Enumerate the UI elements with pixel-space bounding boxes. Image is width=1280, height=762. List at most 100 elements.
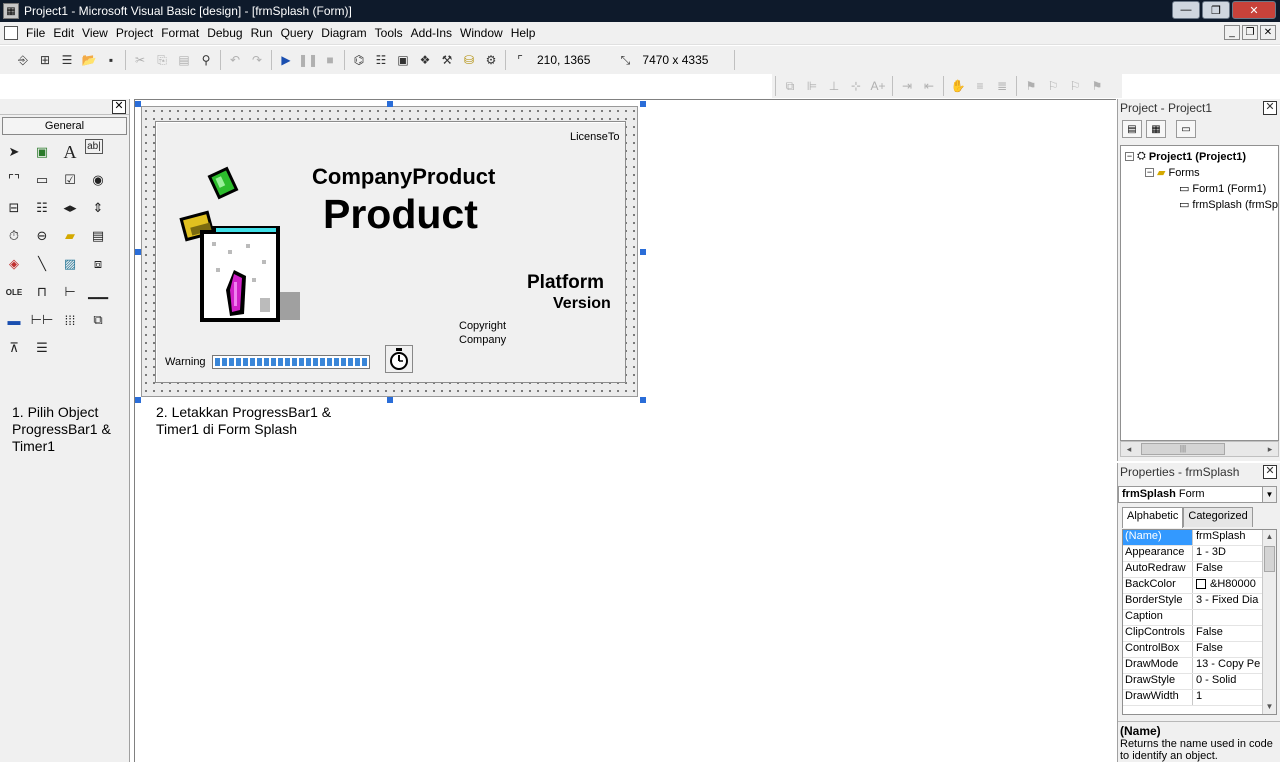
menu-help[interactable]: Help [507, 23, 540, 43]
center-icon[interactable]: ⊹ [845, 75, 867, 97]
hscrollbar-tool-icon[interactable]: ◂▸ [57, 195, 83, 221]
close-button[interactable]: ✕ [1232, 1, 1276, 19]
selection-handle[interactable] [387, 397, 393, 403]
menu-debug[interactable]: Debug [203, 23, 246, 43]
tree-item-project[interactable]: − ⛭ Project1 (Project1) [1125, 150, 1246, 163]
property-row[interactable]: Caption [1123, 610, 1276, 626]
property-row[interactable]: BackColor &H80000 [1123, 578, 1276, 594]
property-row[interactable]: ClipControls False [1123, 626, 1276, 642]
properties-vscrollbar[interactable]: ▲ ▼ [1262, 530, 1276, 714]
toggle-folders-icon[interactable]: ▭ [1176, 120, 1196, 138]
add-form-icon[interactable]: ⊞ [34, 49, 56, 71]
toolbox-icon[interactable]: ⚒ [436, 49, 458, 71]
product-label[interactable]: Product [323, 190, 478, 238]
scroll-down-icon[interactable]: ▼ [1263, 700, 1276, 714]
menu-view[interactable]: View [78, 23, 112, 43]
treeview-tool-icon[interactable]: ⊢⊢ [29, 307, 55, 333]
clear-bookmarks-icon[interactable]: ⚑ [1086, 75, 1108, 97]
label-tool-icon[interactable]: A [57, 139, 83, 165]
statusbar-tool-icon[interactable]: ▁▁ [85, 279, 111, 305]
menu-diagram[interactable]: Diagram [317, 23, 370, 43]
dirlistbox-tool-icon[interactable]: ▰ [57, 223, 83, 249]
menu-run[interactable]: Run [247, 23, 277, 43]
drivelistbox-tool-icon[interactable]: ⊖ [29, 223, 55, 249]
form-layout-icon[interactable]: ▣ [392, 49, 414, 71]
open-project-icon[interactable]: 📂 [78, 49, 100, 71]
data-tool-icon[interactable]: ⧈ [85, 251, 111, 277]
collapse-icon[interactable]: − [1125, 152, 1134, 161]
property-row[interactable]: AutoRedraw False [1123, 562, 1276, 578]
object-browser-icon[interactable]: ❖ [414, 49, 436, 71]
menu-file[interactable]: File [22, 23, 49, 43]
tree-item-form1[interactable]: ▭ Form1 (Form1) [1179, 182, 1266, 196]
menu-edit[interactable]: Edit [49, 23, 78, 43]
slider-tool-icon[interactable]: ⊢ [57, 279, 83, 305]
textbox-tool-icon[interactable]: ab| [85, 139, 103, 154]
company-label[interactable]: Company [459, 334, 506, 346]
align-left-icon[interactable]: ⊫ [801, 75, 823, 97]
progressbar-tool-icon[interactable]: ▬ [1, 307, 27, 333]
pointer-tool-icon[interactable]: ➤ [1, 139, 27, 165]
mdi-close-button[interactable]: ✕ [1260, 25, 1276, 40]
timer1[interactable] [385, 345, 413, 373]
toggle-breakpoint-icon[interactable]: ✋ [947, 75, 969, 97]
tree-item-frmsplash[interactable]: ▭ frmSplash (frmSplash) [1179, 198, 1278, 212]
combobox-tool-icon[interactable]: ⊟ [1, 195, 27, 221]
align-bottom-icon[interactable]: ⊥ [823, 75, 845, 97]
selection-handle[interactable] [640, 397, 646, 403]
timer-tool-icon[interactable]: ⏱ [1, 223, 27, 249]
imagecombo-tool-icon[interactable]: ☰ [29, 335, 55, 361]
menu-tools[interactable]: Tools [371, 23, 407, 43]
listview-tool-icon[interactable]: ⁞⁞⁞ [57, 307, 83, 333]
platform-label[interactable]: Platform [527, 272, 604, 294]
undo-icon[interactable]: ↶ [224, 49, 246, 71]
copy-icon[interactable]: ⎘ [151, 49, 173, 71]
picturebox-tool-icon[interactable]: ▣ [29, 139, 55, 165]
start-icon[interactable]: ▶ [275, 49, 297, 71]
menu-query[interactable]: Query [277, 23, 318, 43]
frame-tool-icon[interactable]: ⌜⌝ [1, 167, 27, 193]
company-product-label[interactable]: CompanyProduct [312, 164, 495, 190]
version-label[interactable]: Version [553, 295, 611, 313]
outdent-icon[interactable]: ⇤ [918, 75, 940, 97]
scroll-thumb[interactable]: ||| [1141, 443, 1225, 455]
menu-format[interactable]: Format [157, 23, 203, 43]
add-project-icon[interactable]: ⎆ [12, 49, 34, 71]
license-label[interactable]: LicenseTo [570, 131, 620, 143]
comment-block-icon[interactable]: ≡ [969, 75, 991, 97]
vb-app-icon[interactable]: ▦ [3, 3, 19, 19]
warning-label[interactable]: Warning [165, 356, 206, 368]
bookmark-icon[interactable]: ⚑ [1020, 75, 1042, 97]
find-icon[interactable]: ⚲ [195, 49, 217, 71]
previous-bookmark-icon[interactable]: ⚐ [1064, 75, 1086, 97]
mdi-minimize-button[interactable]: _ [1224, 25, 1240, 40]
commandbutton-tool-icon[interactable]: ▭ [29, 167, 55, 193]
toolbar-tool-icon[interactable]: ⊼ [1, 335, 27, 361]
selection-handle[interactable] [640, 101, 646, 107]
imagelist-tool-icon[interactable]: ⧉ [85, 307, 111, 333]
tree-item-forms[interactable]: − ▰ Forms [1145, 166, 1200, 179]
property-row[interactable]: DrawMode 13 - Copy Pe [1123, 658, 1276, 674]
make-same-size-icon[interactable]: A+ [867, 75, 889, 97]
bring-to-front-icon[interactable]: ⧉ [779, 75, 801, 97]
break-icon[interactable]: ❚❚ [297, 49, 319, 71]
ole-tool-icon[interactable]: OLE [1, 279, 27, 305]
data-view-icon[interactable]: ⛁ [458, 49, 480, 71]
minimize-button[interactable]: — [1172, 1, 1200, 19]
scroll-left-icon[interactable]: ◂ [1121, 444, 1137, 455]
selection-handle[interactable] [135, 249, 141, 255]
properties-window-icon[interactable]: ☷ [370, 49, 392, 71]
shape-tool-icon[interactable]: ◈ [1, 251, 27, 277]
menu-editor-icon[interactable]: ☰ [56, 49, 78, 71]
project-explorer-icon[interactable]: ⌬ [348, 49, 370, 71]
image-tool-icon[interactable]: ▨ [57, 251, 83, 277]
project-hscrollbar[interactable]: ◂ ||| ▸ [1120, 441, 1279, 457]
paste-icon[interactable]: ▤ [173, 49, 195, 71]
checkbox-tool-icon[interactable]: ☑ [57, 167, 83, 193]
vscrollbar-tool-icon[interactable]: ⇕ [85, 195, 111, 221]
document-icon[interactable] [4, 26, 18, 40]
scroll-up-icon[interactable]: ▲ [1263, 530, 1276, 544]
filelistbox-tool-icon[interactable]: ▤ [85, 223, 111, 249]
chevron-down-icon[interactable]: ▼ [1262, 487, 1276, 502]
properties-close-button[interactable]: ✕ [1263, 465, 1277, 479]
